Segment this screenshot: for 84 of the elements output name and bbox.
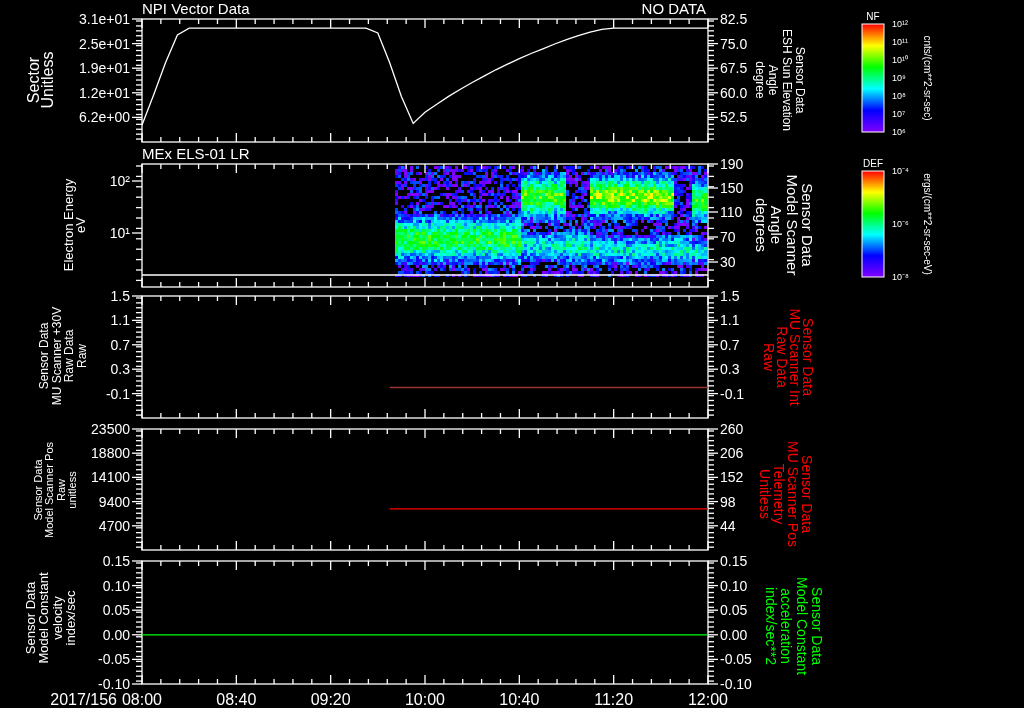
- tick-label: 67.5: [720, 60, 748, 77]
- tick-label: -0.1: [105, 385, 130, 402]
- tick-label: 08:40: [216, 691, 257, 708]
- tick-label: 11:20: [594, 691, 634, 708]
- colorbar-unit-label: ergs/(cm**2-sr-sec-eV): [922, 173, 934, 275]
- tick-label: 190: [720, 156, 744, 172]
- tick-label: 9400: [98, 493, 130, 510]
- tick-label: 3.1e+01: [79, 11, 130, 27]
- tick-label: 10²: [109, 173, 130, 189]
- tick-label: 6.2e+00: [79, 109, 130, 126]
- axis-title: Sensor Data MU Scanner Pos Telemetry Unitless: [757, 441, 815, 547]
- tick-label: 14100: [91, 469, 130, 486]
- tick-label: 60.0: [720, 84, 748, 101]
- axis-title: Sensor Data Model Scanner Angle degrees: [753, 174, 817, 276]
- tick-label: 0.15: [720, 555, 748, 569]
- tick-label: 09:20: [310, 691, 351, 708]
- tick-label: 0.10: [720, 577, 748, 594]
- colorbar-title: NF: [866, 11, 880, 22]
- tick-label: 10⁶: [892, 127, 906, 137]
- panel-title: NPI Vector Data: [142, 0, 250, 17]
- tick-label: 110: [720, 204, 743, 220]
- axis-title: Sensor Data ESH Sun Elevation Angle degree: [752, 28, 808, 132]
- tick-label: 1.5: [720, 290, 740, 304]
- tick-label: 1.9e+01: [79, 60, 130, 77]
- tick-label: 10¹: [109, 225, 130, 241]
- tick-label: 10¹⁰: [892, 55, 908, 65]
- tick-label: 70: [720, 229, 736, 245]
- tick-label: 10⁻⁸: [892, 272, 909, 282]
- tick-label: -0.10: [98, 676, 130, 692]
- tick-label: 2.5e+01: [79, 35, 130, 52]
- tick-label: -0.1: [720, 385, 745, 402]
- axis-title: Electron Energy eV: [60, 178, 88, 272]
- axis-title: Sensor Data Model Scanner Pos Raw unitless: [31, 442, 79, 538]
- tick-label: 1.5: [110, 290, 130, 304]
- tick-label: 10:40: [499, 691, 540, 708]
- tick-label: 0.10: [102, 577, 130, 594]
- tick-label: 1.1: [110, 312, 130, 329]
- tick-label: 52.5: [720, 109, 748, 126]
- tick-label: 1.2e+01: [79, 84, 130, 101]
- axis-title: Sector Unitless: [24, 51, 56, 109]
- tick-label: 0.15: [102, 555, 130, 569]
- tick-label: 08:00: [122, 691, 162, 708]
- tick-label: 206: [720, 445, 744, 462]
- tick-label: 75.0: [720, 35, 748, 52]
- tick-label: 10⁻⁶: [892, 219, 909, 229]
- tick-label: 10¹²: [892, 19, 908, 29]
- tick-label: 12:00: [688, 691, 728, 708]
- panel-title: MEx ELS-01 LR: [142, 147, 250, 162]
- tick-label: 4700: [98, 517, 130, 534]
- tick-label: 98: [720, 493, 736, 510]
- tick-label: 1.1: [720, 312, 740, 329]
- tick-label: 18800: [91, 445, 130, 462]
- tick-label: 0.7: [110, 336, 130, 353]
- axis-title: Sensor Data MU Scanner Int Raw Data Raw: [760, 308, 816, 406]
- axis-title: Sensor Data Model Constant acceleration index/sec**2: [762, 576, 826, 676]
- tick-label: 0.05: [102, 602, 130, 619]
- tick-label: 10⁸: [892, 91, 906, 101]
- tick-label: -0.05: [98, 651, 130, 668]
- date-label: 2017/156: [50, 691, 117, 708]
- tick-label: 150: [720, 180, 744, 196]
- axis-title: Sensor Data MU Scanner +30V Raw Data Raw: [37, 306, 89, 406]
- tick-label: 152: [720, 469, 744, 486]
- tick-label: 0.05: [720, 602, 748, 619]
- tick-label: 30: [720, 254, 736, 270]
- tick-label: 10:00: [405, 691, 445, 708]
- colorbar-unit-label: cnts/(cm**2-sr-sec): [922, 35, 934, 121]
- colorbar-title: DEF: [863, 158, 883, 169]
- tick-label: 10⁻⁴: [892, 166, 909, 176]
- tick-label: -0.05: [720, 651, 752, 668]
- tick-label: 82.5: [720, 11, 748, 27]
- tick-label: 10⁹: [892, 73, 906, 83]
- tick-label: 0.3: [720, 361, 740, 378]
- tick-label: 10⁷: [892, 109, 906, 119]
- tick-label: 0.3: [110, 361, 130, 378]
- tick-label: 44: [720, 517, 736, 534]
- tick-label: 260: [720, 423, 744, 437]
- tick-label: 0.00: [102, 626, 130, 643]
- axis-title: Sensor Data Model Constant velocity index/sec: [22, 572, 78, 664]
- tick-label: -0.10: [720, 676, 752, 692]
- tick-label: 10¹¹: [892, 37, 908, 47]
- tick-label: 0.7: [720, 336, 740, 353]
- tick-label: 23500: [91, 423, 130, 437]
- tick-label: 0.00: [720, 626, 748, 643]
- status-label: NO DATA: [641, 0, 706, 17]
